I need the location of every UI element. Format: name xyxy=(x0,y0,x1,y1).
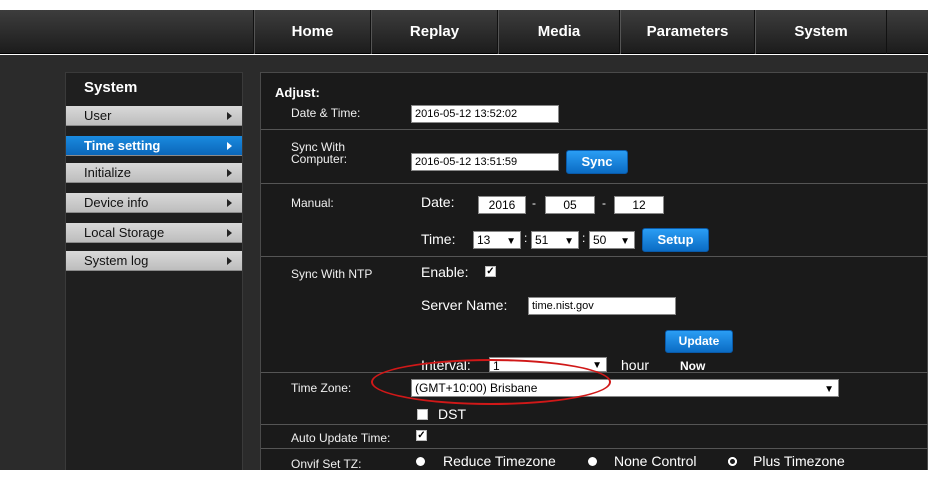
sidebar-item-initialize[interactable]: Initialize xyxy=(66,163,242,183)
chevron-right-icon xyxy=(227,257,232,265)
none-control-radio[interactable] xyxy=(588,457,597,466)
timezone-label: Time Zone: xyxy=(291,381,352,395)
plus-timezone-label: Plus Timezone xyxy=(753,453,845,469)
now-link[interactable]: Now xyxy=(680,359,705,373)
sidebar-item-label: Device info xyxy=(84,195,149,210)
tab-parameters[interactable]: Parameters xyxy=(620,10,755,54)
screen: { "topnav": { "tabs": ["Home", "Replay",… xyxy=(0,0,928,484)
sync-button[interactable]: Sync xyxy=(566,150,628,174)
manual-section: Manual: Date: 2016 - 05 - 12 Time: 13 ▼ … xyxy=(261,184,928,257)
ntp-label: Sync With NTP xyxy=(291,267,373,281)
date-separator: - xyxy=(532,196,536,210)
sidebar-item-label: System log xyxy=(84,253,149,268)
chevron-right-icon xyxy=(227,199,232,207)
setup-button[interactable]: Setup xyxy=(642,228,709,252)
hour-select[interactable]: 13 ▼ xyxy=(473,231,521,249)
sync-computer-label: Sync With Computer: xyxy=(291,141,347,165)
row-divider xyxy=(261,129,928,130)
chevron-right-icon xyxy=(227,229,232,237)
sidebar-item-device-info[interactable]: Device info xyxy=(66,193,242,213)
sync-computer-field: 2016-05-12 13:51:59 xyxy=(411,153,559,171)
date-separator: - xyxy=(602,196,606,210)
timezone-select[interactable]: (GMT+10:00) Brisbane ▼ xyxy=(411,379,839,397)
sidebar-item-label: Local Storage xyxy=(84,225,165,240)
interval-unit: hour xyxy=(621,357,650,373)
datetime-field: 2016-05-12 13:52:02 xyxy=(411,105,559,123)
sidebar-item-label: User xyxy=(84,108,112,123)
second-select[interactable]: 50 ▼ xyxy=(589,231,635,249)
interval-label: Interval: xyxy=(421,357,471,373)
datetime-label: Date & Time: xyxy=(291,106,361,120)
date-label: Date: xyxy=(421,194,455,210)
chevron-right-icon xyxy=(227,142,232,150)
month-field[interactable]: 05 xyxy=(545,196,595,214)
auto-update-label: Auto Update Time: xyxy=(291,431,391,445)
year-field[interactable]: 2016 xyxy=(478,196,526,214)
sidebar: System User Time setting Initialize Devi… xyxy=(65,72,243,480)
chevron-down-icon: ▼ xyxy=(620,236,630,247)
update-button[interactable]: Update xyxy=(665,330,733,353)
sidebar-item-time-setting[interactable]: Time setting xyxy=(66,136,242,156)
hour-value: 13 xyxy=(477,233,491,247)
minute-value: 51 xyxy=(535,233,549,247)
chevron-down-icon: ▼ xyxy=(824,384,834,395)
dst-label: DST xyxy=(438,406,466,422)
time-settings-panel: Adjust: Date & Time: 2016-05-12 13:52:02… xyxy=(260,72,928,474)
bottom-margin xyxy=(0,470,928,484)
onvif-label: Onvif Set TZ: xyxy=(291,457,362,471)
sidebar-item-label: Time setting xyxy=(84,138,161,153)
sidebar-item-user[interactable]: User xyxy=(66,106,242,126)
chevron-right-icon xyxy=(227,112,232,120)
day-field[interactable]: 12 xyxy=(614,196,664,214)
ntp-enable-label: Enable: xyxy=(421,264,469,280)
tab-home[interactable]: Home xyxy=(254,10,371,54)
reduce-timezone-label: Reduce Timezone xyxy=(443,453,556,469)
time-separator: : xyxy=(524,231,528,245)
reduce-timezone-radio[interactable] xyxy=(416,457,425,466)
server-name-label: Server Name: xyxy=(421,297,508,313)
ntp-section: Sync With NTP Enable: ✓ Server Name: tim… xyxy=(261,257,928,373)
auto-update-checkbox[interactable]: ✓ xyxy=(416,430,427,441)
manual-label: Manual: xyxy=(291,196,334,210)
ntp-enable-checkbox[interactable]: ✓ xyxy=(485,266,496,277)
timezone-value: (GMT+10:00) Brisbane xyxy=(415,381,538,395)
dst-checkbox[interactable] xyxy=(417,409,428,420)
sync-label-line2: Computer: xyxy=(291,152,348,166)
top-navigation-bar: Home Replay Media Parameters System xyxy=(0,10,928,54)
sidebar-item-label: Initialize xyxy=(84,165,131,180)
tab-media[interactable]: Media xyxy=(498,10,620,54)
time-label: Time: xyxy=(421,231,456,247)
timezone-section: Time Zone: (GMT+10:00) Brisbane ▼ DST xyxy=(261,373,928,425)
none-control-label: None Control xyxy=(614,453,697,469)
interval-select[interactable]: 1 ▼ xyxy=(489,357,607,373)
chevron-down-icon: ▼ xyxy=(506,236,516,247)
sidebar-item-system-log[interactable]: System log xyxy=(66,251,242,271)
chevron-right-icon xyxy=(227,169,232,177)
tab-system[interactable]: System xyxy=(755,10,887,54)
interval-value: 1 xyxy=(493,359,500,373)
sidebar-item-local-storage[interactable]: Local Storage xyxy=(66,223,242,243)
second-value: 50 xyxy=(593,233,607,247)
chevron-down-icon: ▼ xyxy=(564,236,574,247)
chevron-down-icon: ▼ xyxy=(592,360,602,371)
sidebar-title: System xyxy=(84,79,138,96)
minute-select[interactable]: 51 ▼ xyxy=(531,231,579,249)
auto-update-section: Auto Update Time: ✓ xyxy=(261,425,928,449)
tab-replay[interactable]: Replay xyxy=(371,10,498,54)
adjust-section: Adjust: Date & Time: 2016-05-12 13:52:02… xyxy=(261,73,928,184)
plus-timezone-radio[interactable] xyxy=(728,457,737,466)
adjust-heading: Adjust: xyxy=(275,85,320,100)
server-name-input[interactable]: time.nist.gov xyxy=(528,297,676,315)
time-separator: : xyxy=(582,231,586,245)
